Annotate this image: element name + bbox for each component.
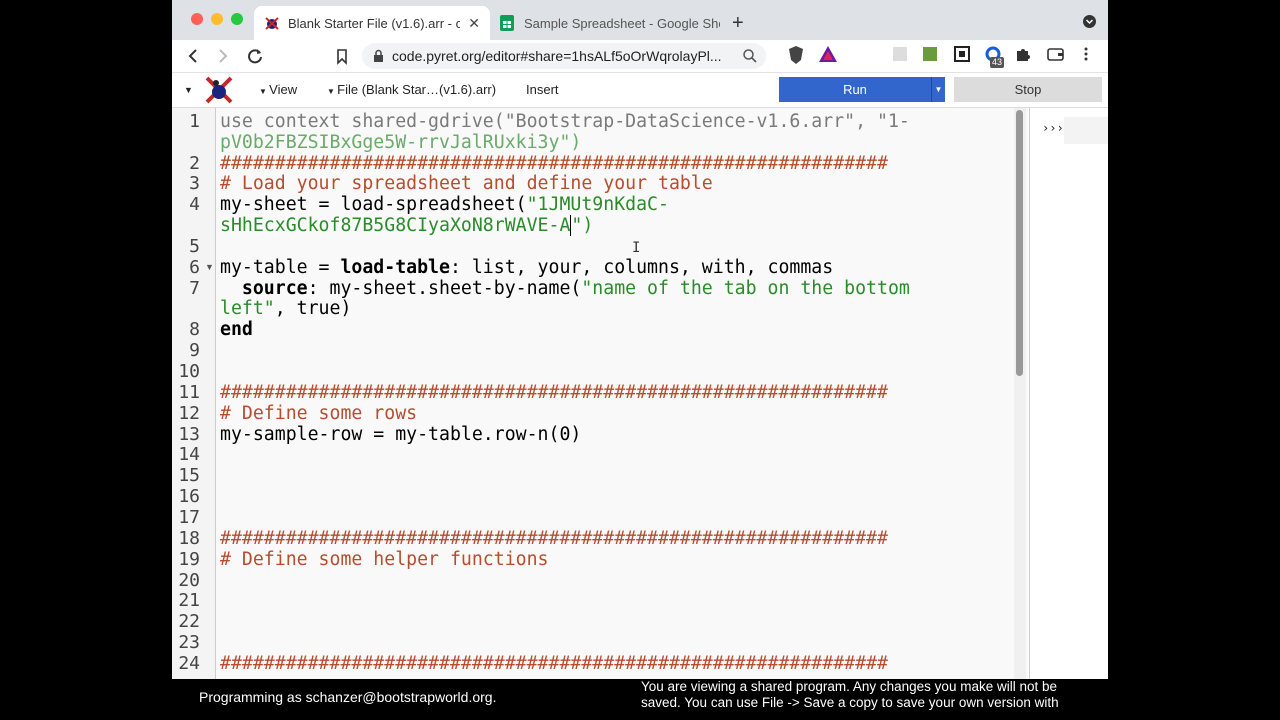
line-number: 3 xyxy=(189,173,200,194)
line-number: 7 xyxy=(189,278,200,299)
extension-icon[interactable] xyxy=(922,46,938,68)
tab-title: Blank Starter File (v1.6).arr - co xyxy=(288,15,461,31)
code-line: # Load your spreadsheet and define your … xyxy=(220,173,713,194)
pyret-logo-icon[interactable] xyxy=(204,75,234,110)
code-line: ########################################… xyxy=(220,528,888,549)
reload-icon[interactable] xyxy=(246,46,264,72)
line-number: 9 xyxy=(189,340,200,361)
code-line: end xyxy=(220,319,253,340)
maximize-window-button[interactable] xyxy=(231,13,243,25)
repl-prompt: ››› xyxy=(1042,121,1064,135)
insert-menu[interactable]: Insert xyxy=(526,82,559,97)
extension-badge: 43 xyxy=(990,57,1005,68)
line-number: 15 xyxy=(178,465,200,486)
line-number: 21 xyxy=(178,590,200,611)
code-line: my-table = load-table: list, your, colum… xyxy=(220,257,834,278)
line-number: 12 xyxy=(178,403,200,424)
code-line: # Define some rows xyxy=(220,403,418,424)
line-number: 4 xyxy=(189,194,200,215)
brave-rewards-icon[interactable] xyxy=(818,44,838,70)
code-line: pV0b2FBZSIBxGge5W-rrvJalRUxki3y") xyxy=(220,132,582,153)
shared-program-notice: You are viewing a shared program. Any ch… xyxy=(641,679,1059,710)
code-line: my-sheet = load-spreadsheet("1JMUt9nKdaC… xyxy=(220,194,669,215)
run-options-dropdown[interactable]: ▼ xyxy=(931,77,945,102)
address-bar[interactable]: code.pyret.org/editor#share=1hsALf5oOrWq… xyxy=(362,43,766,69)
code-line: sHhEcxGCkof87B5G8CIyaXoN8rWAVE-A") xyxy=(220,215,594,236)
line-number: 17 xyxy=(178,507,200,528)
line-number: 22 xyxy=(178,611,200,632)
line-number: 19 xyxy=(178,549,200,570)
code-line: source: my-sheet.sheet-by-name("name of … xyxy=(241,278,910,299)
line-number: 16 xyxy=(178,486,200,507)
code-line: my-sample-row = my-table.row-n(0) xyxy=(220,424,582,445)
line-number: 13 xyxy=(178,424,200,445)
view-menu[interactable]: ▼ View xyxy=(259,82,297,97)
interactions-pane[interactable]: ››› xyxy=(1029,108,1108,680)
pyret-favicon-icon xyxy=(264,15,280,31)
line-number: 10 xyxy=(178,361,200,382)
stop-button[interactable]: Stop xyxy=(954,77,1102,102)
line-number: 2 xyxy=(189,153,200,174)
extension-icon[interactable]: 43 xyxy=(984,46,1005,70)
text-cursor-icon: I xyxy=(632,240,641,256)
minimize-window-button[interactable] xyxy=(211,13,223,25)
line-number: 8 xyxy=(189,319,200,340)
line-number: 14 xyxy=(178,444,200,465)
tab-pyret[interactable]: Blank Starter File (v1.6).arr - co ✕ xyxy=(254,6,490,40)
status-bar: Programming as schanzer@bootstrapworld.o… xyxy=(172,679,1108,720)
run-button[interactable]: Run xyxy=(779,77,931,102)
line-number: 6 xyxy=(189,257,200,278)
code-line: left", true) xyxy=(220,298,352,319)
line-number: 24 xyxy=(178,653,200,674)
code-line: ########################################… xyxy=(220,153,888,174)
close-window-button[interactable] xyxy=(191,13,203,25)
close-tab-icon[interactable]: ✕ xyxy=(468,15,480,32)
code-line: ########################################… xyxy=(220,653,888,674)
new-tab-button[interactable]: + xyxy=(722,6,756,40)
brave-shield-icon[interactable] xyxy=(787,44,805,72)
sheets-favicon-icon xyxy=(500,15,514,31)
bookmark-icon[interactable] xyxy=(335,46,349,72)
tab-title: Sample Spreadsheet - Google Shee xyxy=(524,15,720,31)
lock-icon xyxy=(373,49,384,68)
pyret-toolbar: ▼ ▼ View ▼ File (Blank Star…(v1.6).arr) … xyxy=(172,73,1108,108)
back-icon[interactable] xyxy=(186,46,200,72)
line-number: 23 xyxy=(178,632,200,653)
code-line: ########################################… xyxy=(220,382,888,403)
navigation-bar: code.pyret.org/editor#share=1hsALf5oOrWq… xyxy=(172,40,1108,73)
zoom-icon[interactable] xyxy=(742,48,758,69)
extension-icon[interactable] xyxy=(954,46,970,68)
forward-icon[interactable] xyxy=(216,46,230,72)
menu-icon[interactable] xyxy=(1084,46,1088,68)
line-number: 1 xyxy=(189,111,200,132)
repl-input[interactable] xyxy=(1064,117,1108,144)
url-text: code.pyret.org/editor#share=1hsALf5oOrWq… xyxy=(392,48,722,64)
login-status: Programming as schanzer@bootstrapworld.o… xyxy=(199,689,497,705)
line-number: 20 xyxy=(178,570,200,591)
puzzle-icon[interactable] xyxy=(1015,46,1031,68)
line-number: 11 xyxy=(178,382,200,403)
fold-arrow-icon[interactable]: ▼ xyxy=(205,262,214,272)
tab-spreadsheet[interactable]: Sample Spreadsheet - Google Shee xyxy=(490,6,730,40)
file-menu[interactable]: ▼ File (Blank Star…(v1.6).arr) xyxy=(327,82,496,97)
menu-caret-icon[interactable]: ▼ xyxy=(184,85,193,95)
code-editor[interactable]: 1 2 3 4 5 6 ▼ 7 8 9 10 11 12 13 14 15 16… xyxy=(172,108,1028,680)
tab-strip: Blank Starter File (v1.6).arr - co ✕ Sam… xyxy=(172,0,1108,40)
code-line: use context shared-gdrive("Bootstrap-Dat… xyxy=(220,111,910,132)
editor-scrollbar-thumb[interactable] xyxy=(1016,110,1023,376)
extension-icon[interactable] xyxy=(892,46,908,68)
wallet-icon[interactable] xyxy=(1047,46,1065,68)
line-number: 18 xyxy=(178,528,200,549)
code-line: # Define some helper functions xyxy=(220,549,549,570)
line-number: 5 xyxy=(189,236,200,257)
browser-window: Blank Starter File (v1.6).arr - co ✕ Sam… xyxy=(172,0,1108,720)
tab-search-icon[interactable] xyxy=(1083,15,1096,28)
